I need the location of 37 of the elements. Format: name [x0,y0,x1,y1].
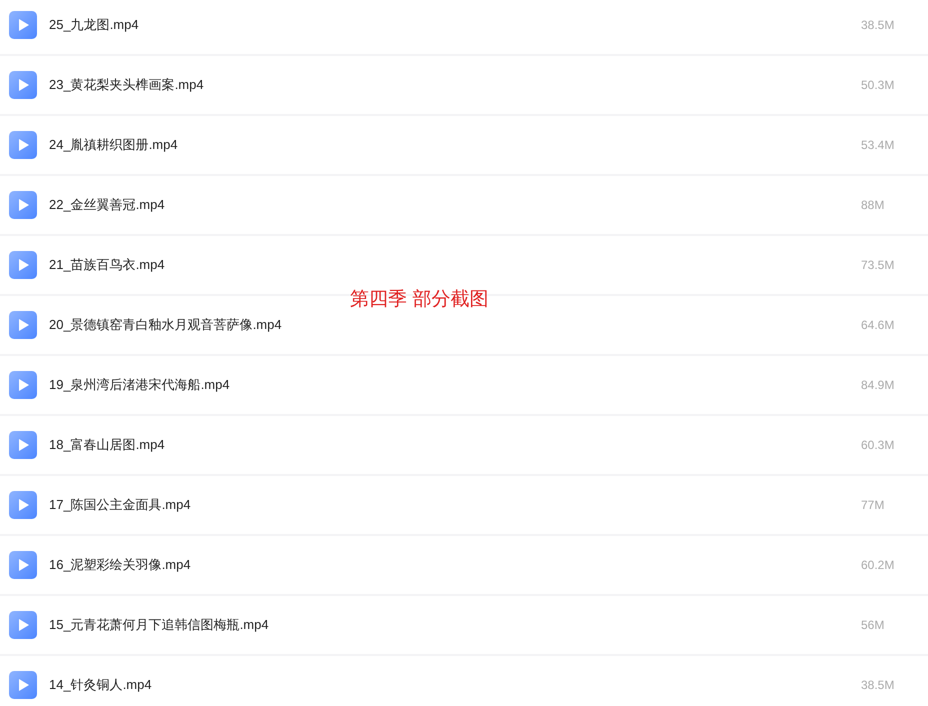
file-size: 84.9M [861,378,896,392]
file-name[interactable]: 23_黄花梨夹头榫画案.mp4 [49,76,861,94]
file-size: 38.5M [861,18,896,32]
file-name[interactable]: 16_泥塑彩绘关羽像.mp4 [49,556,861,574]
video-file-icon [9,611,37,639]
file-size: 60.3M [861,438,896,452]
video-file-icon [9,671,37,699]
video-file-icon [9,491,37,519]
video-file-icon [9,131,37,159]
video-file-icon [9,311,37,339]
file-name[interactable]: 24_胤禛耕织图册.mp4 [49,136,861,154]
file-name[interactable]: 22_金丝翼善冠.mp4 [49,196,861,214]
file-size: 88M [861,198,886,212]
file-size: 50.3M [861,78,896,92]
file-name[interactable]: 15_元青花萧何月下追韩信图梅瓶.mp4 [49,616,861,634]
file-size: 73.5M [861,258,896,272]
file-size: 56M [861,618,886,632]
file-name[interactable]: 20_景德镇窑青白釉水月观音菩萨像.mp4 [49,316,861,334]
video-file-icon [9,431,37,459]
file-size: 77M [861,498,886,512]
video-file-icon [9,371,37,399]
file-size: 64.6M [861,318,896,332]
video-file-icon [9,551,37,579]
video-file-icon [9,71,37,99]
video-file-icon [9,191,37,219]
file-size: 60.2M [861,558,896,572]
file-name[interactable]: 25_九龙图.mp4 [49,16,861,34]
video-file-icon [9,251,37,279]
file-size: 53.4M [861,138,896,152]
file-name[interactable]: 17_陈国公主金面具.mp4 [49,496,861,514]
caption-text: 第四季 部分截图 [350,288,488,312]
file-name[interactable]: 18_富春山居图.mp4 [49,436,861,454]
file-size: 38.5M [861,678,896,692]
file-name[interactable]: 21_苗族百鸟衣.mp4 [49,256,861,274]
video-file-icon [9,11,37,39]
file-name[interactable]: 14_针灸铜人.mp4 [49,676,861,694]
file-name[interactable]: 19_泉州湾后渚港宋代海船.mp4 [49,376,861,394]
